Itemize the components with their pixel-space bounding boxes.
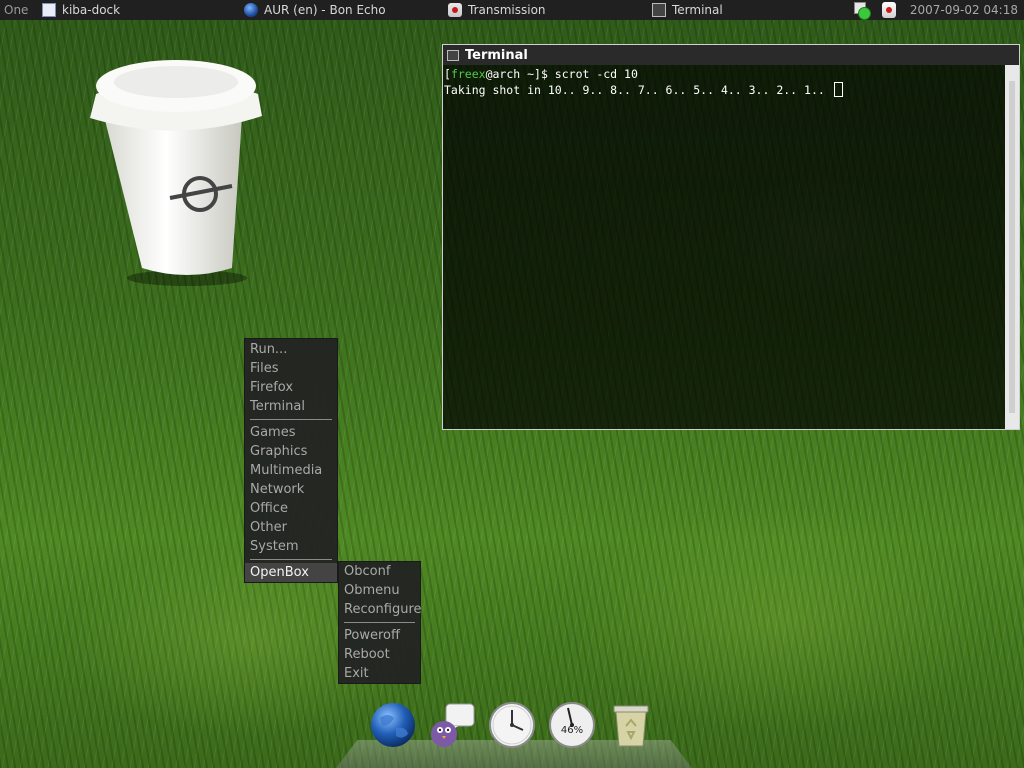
menu-item-reboot[interactable]: Reboot: [339, 645, 420, 664]
text-cursor: [833, 82, 843, 97]
scrollbar-thumb[interactable]: [1009, 81, 1015, 413]
root-menu: Run... Files Firefox Terminal Games Grap…: [244, 338, 338, 583]
coffee-cup-wallpaper-image: [90, 60, 262, 286]
menu-item-files[interactable]: Files: [245, 359, 337, 378]
menu-item-exit[interactable]: Exit: [339, 664, 420, 683]
menu-item-obconf[interactable]: Obconf: [339, 562, 420, 581]
task-browser[interactable]: AUR (en) - Bon Echo: [244, 2, 386, 18]
openbox-submenu: Obconf Obmenu Reconfigure Poweroff Reboo…: [338, 561, 422, 684]
menu-item-poweroff[interactable]: Poweroff: [339, 626, 420, 645]
task-transmission[interactable]: Transmission: [448, 2, 546, 18]
cpu-gauge[interactable]: 46%: [547, 700, 597, 750]
terminal-title: Terminal: [465, 47, 528, 63]
task-label: AUR (en) - Bon Echo: [264, 3, 386, 17]
menu-separator: [250, 559, 332, 560]
task-label: Transmission: [468, 3, 546, 17]
menu-separator: [250, 419, 332, 420]
task-terminal[interactable]: Terminal: [652, 2, 723, 18]
terminal-icon: [652, 3, 666, 17]
prompt-command: @arch ~]$ scrot -cd 10: [485, 67, 638, 81]
menu-item-system[interactable]: System: [245, 537, 337, 556]
clock-icon[interactable]: [487, 700, 537, 750]
terminal-icon: [447, 49, 459, 61]
terminal-window[interactable]: Terminal [freex@arch ~]$ scrot -cd 10 Ta…: [442, 44, 1020, 430]
menu-item-firefox[interactable]: Firefox: [245, 378, 337, 397]
menu-item-graphics[interactable]: Graphics: [245, 442, 337, 461]
task-kiba-dock[interactable]: kiba-dock: [42, 2, 120, 18]
prompt-user: freex: [450, 67, 486, 81]
instant-messenger-icon[interactable]: [426, 700, 476, 750]
top-panel: One kiba-dock AUR (en) - Bon Echo Transm…: [0, 0, 1024, 20]
cpu-gauge-label: 46%: [560, 725, 584, 736]
transmission-icon: [448, 3, 462, 17]
menu-separator: [344, 622, 415, 623]
menu-item-multimedia[interactable]: Multimedia: [245, 461, 337, 480]
terminal-titlebar[interactable]: Terminal: [443, 45, 1019, 65]
output-line: Taking shot in 10.. 9.. 8.. 7.. 6.. 5.. …: [444, 83, 832, 97]
terminal-output[interactable]: [freex@arch ~]$ scrot -cd 10 Taking shot…: [443, 65, 1005, 429]
terminal-scrollbar[interactable]: [1005, 65, 1019, 429]
menu-item-games[interactable]: Games: [245, 423, 337, 442]
menu-item-other[interactable]: Other: [245, 518, 337, 537]
panel-clock: 2007-09-02 04:18: [909, 3, 1018, 17]
menu-item-obmenu[interactable]: Obmenu: [339, 581, 420, 600]
workspace-name[interactable]: One: [4, 3, 28, 17]
transmission-tray-icon[interactable]: [880, 1, 898, 19]
document-icon: [42, 3, 56, 17]
menu-item-network[interactable]: Network: [245, 480, 337, 499]
task-label: kiba-dock: [62, 3, 121, 17]
prompt-bracket: [: [444, 67, 451, 81]
trash-icon[interactable]: [606, 700, 656, 750]
menu-item-office[interactable]: Office: [245, 499, 337, 518]
status-icon[interactable]: [852, 1, 871, 20]
menu-item-reconfigure[interactable]: Reconfigure: [339, 600, 422, 619]
menu-item-terminal[interactable]: Terminal: [245, 397, 337, 416]
browser-globe-icon[interactable]: [368, 700, 418, 750]
task-label: Terminal: [672, 3, 723, 17]
browser-globe-icon: [244, 3, 258, 17]
menu-item-openbox[interactable]: OpenBox: [245, 563, 337, 582]
menu-item-run[interactable]: Run...: [245, 340, 337, 359]
